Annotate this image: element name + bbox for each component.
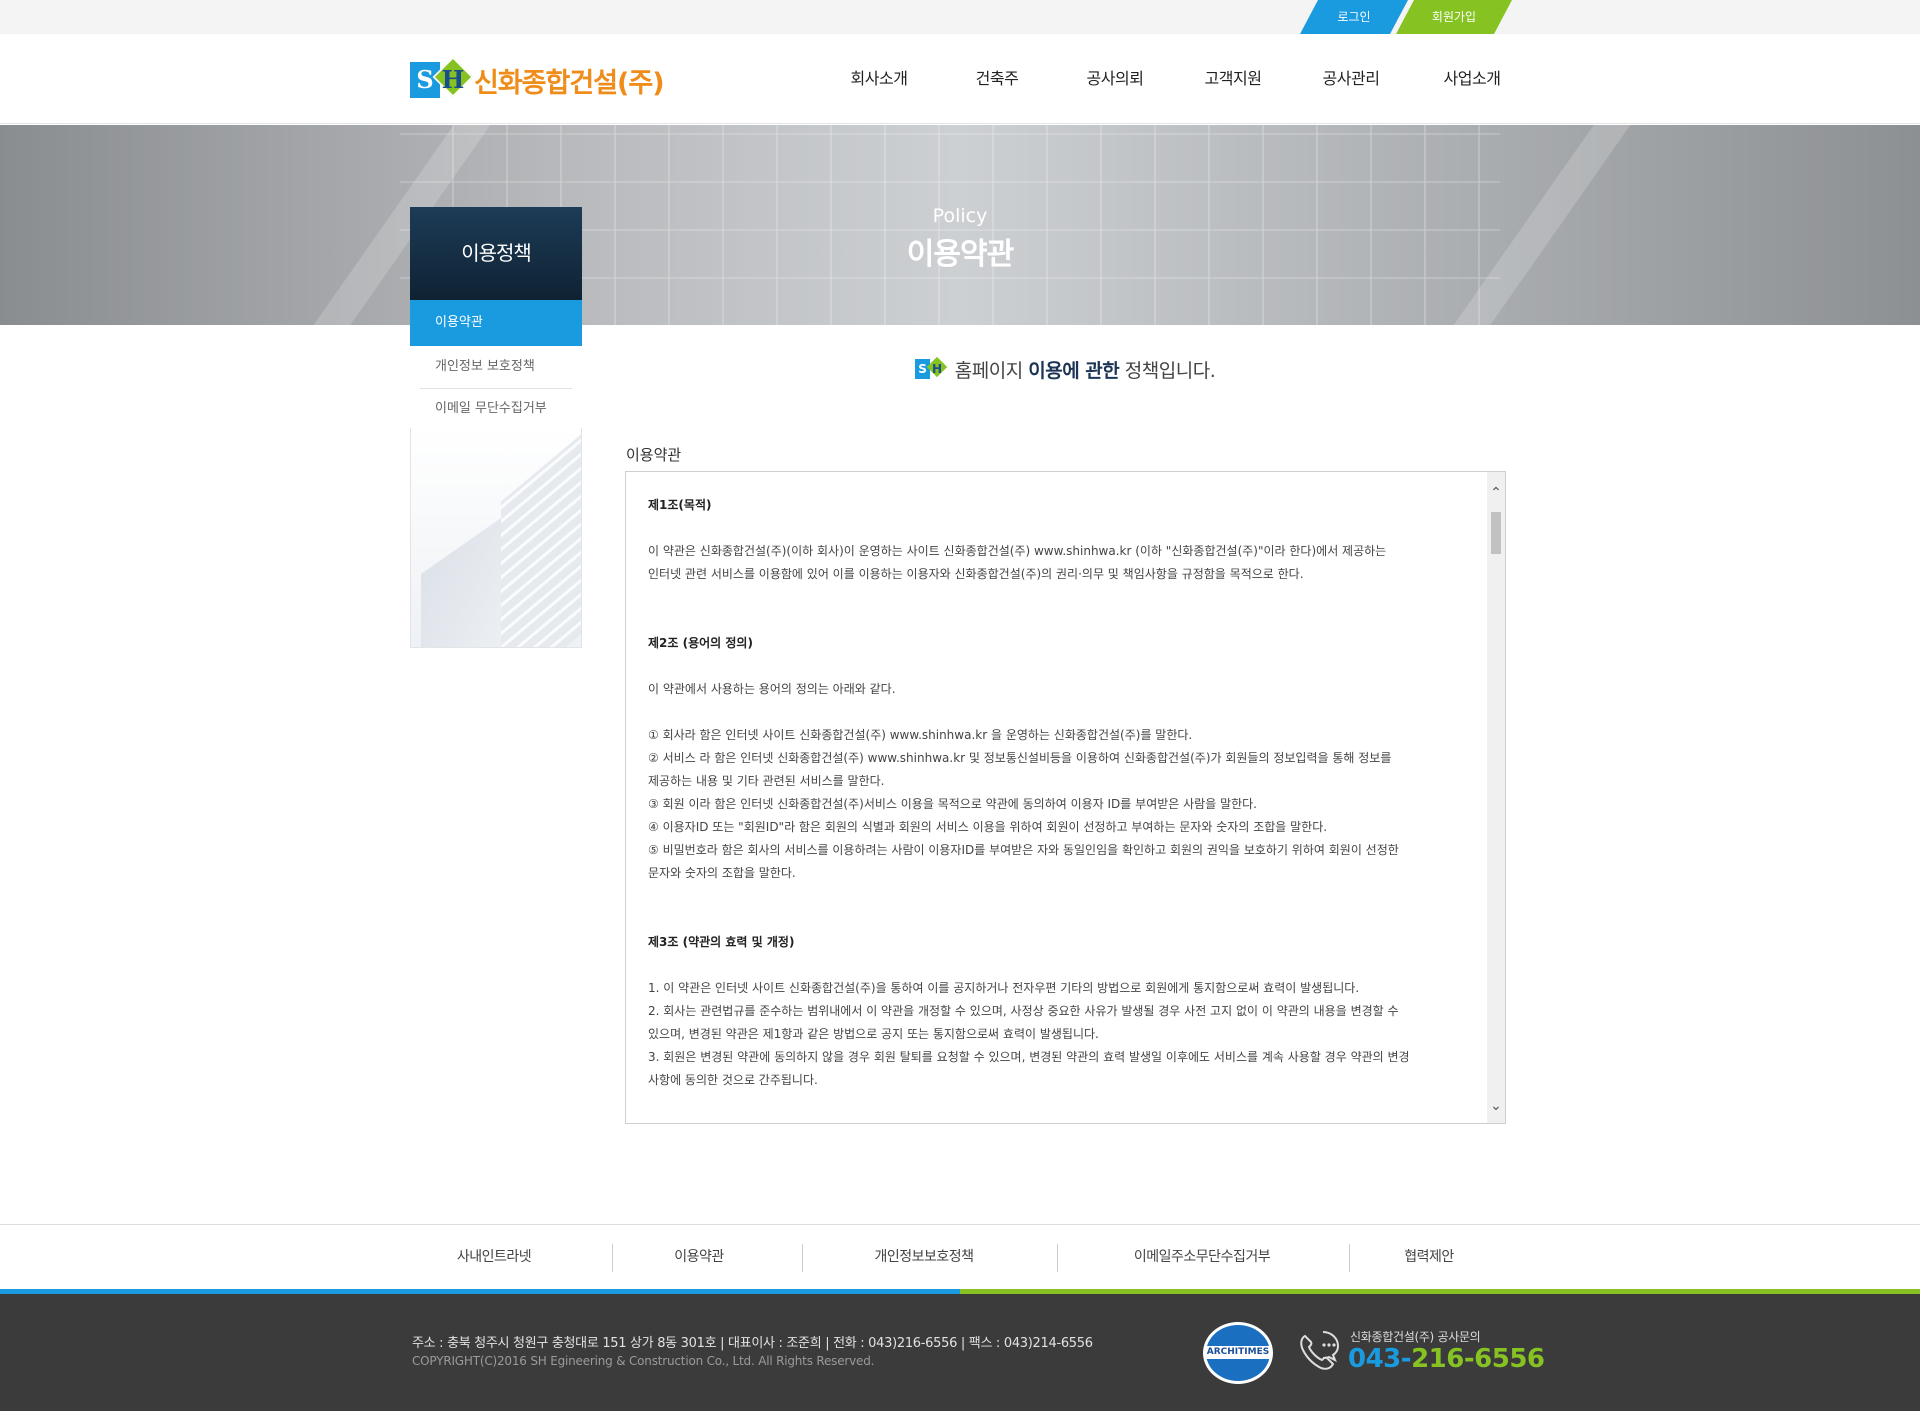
terms-line: ② 서비스 라 함은 인터넷 신화종합건설(주) www.shinhwa.kr …: [648, 751, 1392, 765]
footer-link-privacy[interactable]: 개인정보보호정책: [802, 1225, 1046, 1290]
footer-link-partnership[interactable]: 협력제안: [1349, 1225, 1509, 1290]
site-footer: 주소 : 충북 청주시 청원구 충청대로 151 상가 8동 301호 | 대표…: [0, 1294, 1920, 1411]
lead-pre: 홈페이지: [954, 360, 1029, 382]
nav-item-request[interactable]: 공사의뢰: [1056, 34, 1174, 124]
nav-item-management[interactable]: 공사관리: [1292, 34, 1410, 124]
footer-copyright: COPYRIGHT(C)2016 SH Egineering & Constru…: [412, 1354, 875, 1368]
seal-text: ARCHITIMES: [1206, 1346, 1270, 1359]
terms-line: 이 약관에서 사용하는 용어의 정의는 아래와 같다.: [648, 682, 896, 696]
page-lead: S H 홈페이지 이용에 관한 정책입니다.: [600, 356, 1530, 383]
logo-h: H: [931, 362, 942, 376]
side-building-image: [410, 428, 582, 648]
nav-item-business[interactable]: 사업소개: [1410, 34, 1534, 124]
contact-number-prefix: 043-: [1348, 1344, 1412, 1374]
terms-line: 1. 이 약관은 인터넷 사이트 신화종합건설(주)을 통하여 이를 공지하거나…: [648, 981, 1360, 995]
nav-item-owner[interactable]: 건축주: [938, 34, 1056, 124]
side-item-terms[interactable]: 이용약관: [410, 300, 582, 346]
terms-scroll-box[interactable]: 제1조(목적) 이 약관은 신화종합건설(주)(이하 회사)이 운영하는 사이트…: [625, 471, 1506, 1124]
login-button[interactable]: 로그인: [1300, 0, 1408, 34]
lead-post: 정책입니다.: [1119, 360, 1216, 382]
logo-mark-icon: S H: [410, 56, 474, 104]
footer-address: 주소 : 충북 청주시 청원구 충청대로 151 상가 8동 301호 | 대표…: [412, 1336, 1093, 1351]
banner-subtitle: Policy: [932, 205, 988, 227]
terms-line: ① 회사라 함은 인터넷 사이트 신화종합건설(주) www.shinhwa.k…: [648, 728, 1193, 742]
terms-line: ⑤ 비밀번호라 함은 회사의 서비스를 이용하려는 사람이 이용자ID를 부여받…: [648, 843, 1399, 857]
building-graphic: [501, 434, 581, 647]
page-banner: Policy 이용약관: [0, 125, 1920, 325]
terms-line: 이 약관은 신화종합건설(주)(이하 회사)이 운영하는 사이트 신화종합건설(…: [648, 544, 1387, 558]
terms-content: 제1조(목적) 이 약관은 신화종합건설(주)(이하 회사)이 운영하는 사이트…: [648, 494, 1468, 1092]
side-item-privacy[interactable]: 개인정보 보호정책: [410, 346, 582, 388]
scroll-down-icon[interactable]: ⌄: [1487, 1097, 1505, 1115]
lead-strong: 이용에 관한: [1028, 360, 1120, 382]
terms-line: ④ 이용자ID 또는 "회원ID"라 함은 회원의 식별과 회원의 서비스 이용…: [648, 820, 1328, 834]
side-item-email[interactable]: 이메일 무단수집거부: [420, 388, 572, 428]
footer-link-intranet[interactable]: 사내인트라넷: [410, 1225, 578, 1290]
scroll-up-icon[interactable]: ⌃: [1487, 484, 1505, 502]
join-button[interactable]: 회원가입: [1396, 0, 1512, 34]
terms-line: 사항에 동의한 것으로 간주됩니다.: [648, 1073, 818, 1087]
nav-item-company[interactable]: 회사소개: [820, 34, 938, 124]
site-header: S H 신화종합건설(주) 회사소개 건축주 공사의뢰 고객지원 공사관리 사업…: [0, 34, 1920, 124]
terms-line: ③ 회원 이라 함은 인터넷 신화종합건설(주)서비스 이용을 목적으로 약관에…: [648, 797, 1258, 811]
terms-line: 3. 회원은 변경된 약관에 동의하지 않을 경우 회원 탈퇴를 요청할 수 있…: [648, 1050, 1410, 1064]
top-utility-bar: 로그인 회원가입: [0, 0, 1920, 34]
terms-label: 이용약관: [626, 446, 682, 464]
footer-nav: 사내인트라넷 이용약관 개인정보보호정책 이메일주소무단수집거부 협력제안: [0, 1224, 1920, 1289]
article-title: 제3조 (약관의 효력 및 개정): [648, 935, 795, 949]
footer-link-terms[interactable]: 이용약관: [612, 1225, 786, 1290]
archi-times-seal-icon: ARCHITIMES: [1203, 1322, 1273, 1384]
contact-label: 신화종합건설(주) 공사문의: [1350, 1330, 1481, 1344]
article-title: 제2조 (용어의 정의): [648, 636, 753, 650]
side-menu-title: 이용정책: [410, 207, 582, 300]
main-nav: 회사소개 건축주 공사의뢰 고객지원 공사관리 사업소개: [820, 34, 1534, 124]
terms-scrollbar[interactable]: ⌃ ⌄: [1487, 472, 1505, 1123]
terms-line: 있으며, 변경된 약관은 제1항과 같은 방법으로 공지 또는 통지함으로써 효…: [648, 1027, 1099, 1041]
site-logo[interactable]: S H 신화종합건설(주): [410, 56, 665, 104]
phone-icon: [1300, 1331, 1340, 1370]
logo-h: H: [441, 65, 465, 94]
footer-link-email[interactable]: 이메일주소무단수집거부: [1057, 1225, 1347, 1290]
side-menu: 이용정책 이용약관 개인정보 보호정책 이메일 무단수집거부: [410, 207, 582, 648]
sh-logo-icon: S H: [914, 356, 949, 380]
contact-number-main: 216-6556: [1411, 1344, 1545, 1374]
terms-line: 문자와 숫자의 조합을 말한다.: [648, 866, 796, 880]
terms-line: 2. 회사는 관련법규를 준수하는 범위내에서 이 약관을 개정할 수 있으며,…: [648, 1004, 1399, 1018]
terms-line: 제공하는 내용 및 기타 관련된 서비스를 말한다.: [648, 774, 885, 788]
article-title: 제1조(목적): [648, 498, 712, 512]
banner-title: 이용약관: [906, 237, 1014, 272]
scroll-thumb[interactable]: [1491, 512, 1501, 554]
terms-line: 인터넷 관련 서비스를 이용함에 있어 이를 이용하는 이용자와 신화종합건설(…: [648, 567, 1304, 581]
contact-number: 043-216-6556: [1348, 1344, 1545, 1374]
nav-item-support[interactable]: 고객지원: [1174, 34, 1292, 124]
company-name: 신화종합건설(주): [474, 67, 665, 99]
